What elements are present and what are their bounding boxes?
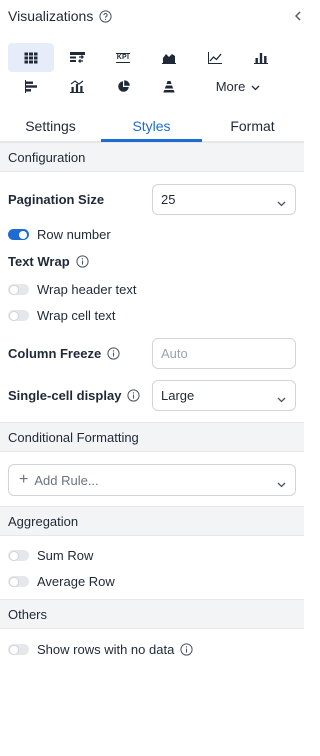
pagination-size-value: 25 <box>161 192 176 207</box>
section-others: Others <box>0 599 304 629</box>
combo-chart-icon <box>70 80 84 93</box>
kpi-icon-text: KPI <box>115 52 131 63</box>
show-rows-no-data-toggle[interactable] <box>8 644 29 655</box>
kpi-viz-button[interactable]: KPI <box>100 43 146 72</box>
chevron-down-icon <box>277 195 286 210</box>
horizontal-bar-viz-button[interactable] <box>8 72 54 101</box>
text-wrap-label-row: Text Wrap <box>8 254 89 269</box>
panel-title: Visualizations <box>8 8 94 24</box>
single-cell-display-value: Large <box>161 388 195 403</box>
pivot-table-icon <box>69 51 85 64</box>
chevron-down-icon <box>277 391 286 406</box>
sum-row-label: Sum Row <box>37 548 94 563</box>
info-icon[interactable] <box>107 347 120 360</box>
visualization-type-grid: KPI More <box>8 43 296 101</box>
wrap-cell-toggle[interactable] <box>8 310 29 321</box>
kpi-icon: KPI <box>115 52 131 63</box>
horizontal-bar-icon <box>24 80 38 93</box>
wrap-header-toggle[interactable] <box>8 284 29 295</box>
pie-chart-icon <box>117 80 130 93</box>
column-freeze-placeholder: Auto <box>161 346 188 361</box>
row-number-toggle[interactable] <box>8 229 29 240</box>
show-rows-no-data-toggle-row[interactable]: Show rows with no data <box>8 642 193 657</box>
panel-tabs: Settings Styles Format <box>0 112 304 142</box>
tab-settings[interactable]: Settings <box>0 112 101 141</box>
line-chart-viz-button[interactable] <box>192 43 238 72</box>
pagination-size-select[interactable]: 25 <box>152 184 296 215</box>
more-visualizations-button[interactable]: More <box>192 72 284 101</box>
chevron-down-icon <box>277 476 286 491</box>
pie-chart-viz-button[interactable] <box>100 72 146 101</box>
column-freeze-label: Column Freeze <box>8 346 102 361</box>
average-row-label: Average Row <box>37 574 115 589</box>
chevron-down-icon <box>251 79 260 94</box>
table-viz-button[interactable] <box>8 43 54 72</box>
more-label: More <box>215 79 246 94</box>
plus-icon: + <box>19 471 29 488</box>
section-aggregation: Aggregation <box>0 506 304 536</box>
help-icon[interactable] <box>99 9 112 23</box>
column-freeze-input[interactable]: Auto <box>152 338 296 369</box>
average-row-toggle-row[interactable]: Average Row <box>8 574 115 589</box>
area-chart-icon <box>162 52 176 64</box>
funnel-icon <box>162 80 176 93</box>
add-rule-label: Add Rule... <box>34 472 99 488</box>
info-icon[interactable] <box>76 255 89 268</box>
row-number-label: Row number <box>37 227 111 242</box>
combo-chart-viz-button[interactable] <box>54 72 100 101</box>
table-icon <box>24 51 38 64</box>
row-number-toggle-row[interactable]: Row number <box>8 227 111 242</box>
add-rule-dropdown[interactable]: + Add Rule... <box>8 464 296 496</box>
bar-chart-viz-button[interactable] <box>238 43 284 72</box>
pivot-table-viz-button[interactable] <box>54 43 100 72</box>
wrap-header-toggle-row[interactable]: Wrap header text <box>8 282 136 297</box>
info-icon[interactable] <box>180 643 193 656</box>
area-chart-viz-button[interactable] <box>146 43 192 72</box>
wrap-cell-label: Wrap cell text <box>37 308 116 323</box>
sum-row-toggle-row[interactable]: Sum Row <box>8 548 93 563</box>
text-wrap-label: Text Wrap <box>8 254 70 269</box>
pagination-size-label: Pagination Size <box>8 192 105 207</box>
wrap-header-label: Wrap header text <box>37 282 137 297</box>
bar-chart-icon <box>254 52 268 64</box>
info-icon[interactable] <box>127 389 141 402</box>
line-chart-icon <box>208 51 222 64</box>
sum-row-toggle[interactable] <box>8 550 29 561</box>
section-configuration: Configuration <box>0 142 304 172</box>
single-cell-display-select[interactable]: Large <box>152 380 296 411</box>
tab-styles[interactable]: Styles <box>101 112 202 142</box>
section-conditional-formatting: Conditional Formatting <box>0 422 304 452</box>
column-freeze-label-row: Column Freeze <box>8 346 120 361</box>
collapse-panel-icon[interactable] <box>294 6 310 26</box>
wrap-cell-toggle-row[interactable]: Wrap cell text <box>8 308 116 323</box>
funnel-viz-button[interactable] <box>146 72 192 101</box>
show-rows-no-data-label: Show rows with no data <box>37 642 175 657</box>
single-cell-display-label: Single-cell display <box>8 388 122 403</box>
single-cell-label-row: Single-cell display <box>8 388 141 403</box>
tab-format[interactable]: Format <box>202 112 303 141</box>
panel-header: Visualizations <box>0 0 304 32</box>
average-row-toggle[interactable] <box>8 576 29 587</box>
